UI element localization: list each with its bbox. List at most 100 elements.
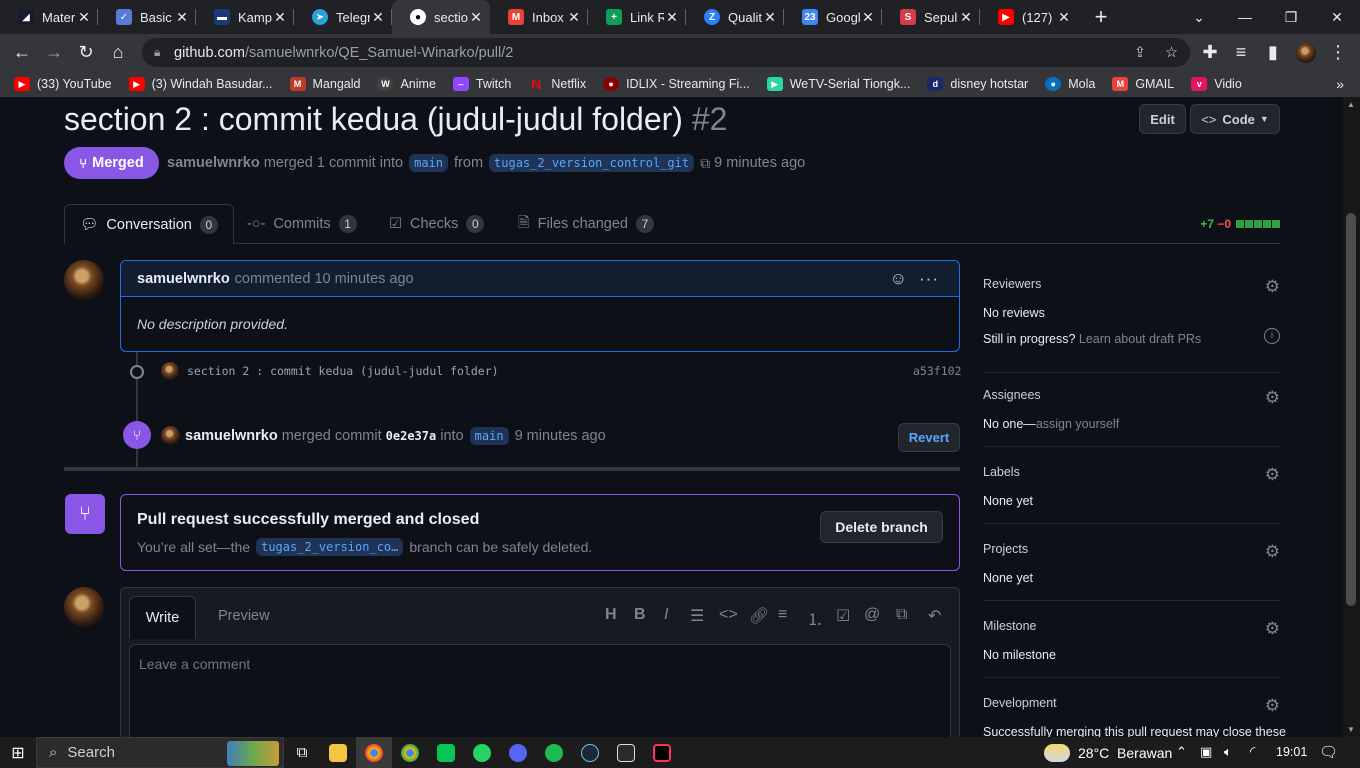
scroll-up-arrow-icon[interactable]: ▲ [1347,100,1355,109]
browser-tab-5[interactable]: M Inbox ✕ [490,0,588,34]
author-avatar[interactable] [64,260,104,300]
steam-icon[interactable] [572,737,608,768]
meta-author-link[interactable]: samuelwnrko [167,155,260,171]
side-panel-icon[interactable]: ▮ [1257,37,1289,69]
media-controls-icon[interactable]: ≡ [1225,37,1257,69]
more-bookmarks-chevron-icon[interactable]: » [1336,76,1344,92]
current-user-avatar[interactable] [64,587,104,627]
menu-kebab-icon[interactable]: ⋮ [1322,37,1354,69]
windows-start-icon[interactable]: ⊞ [0,737,36,768]
head-branch-ref[interactable]: tugas_2_version_control_git [489,154,695,172]
tab-files-changed[interactable]: 🗎︎ Files changed 7 [518,204,654,244]
bookmark-item-2[interactable]: M Mangald [289,77,360,91]
meet-now-icon[interactable]: ▣ [1200,744,1212,760]
bookmark-item-9[interactable]: ● Mola [1045,77,1095,91]
browser-tab-2[interactable]: ▬ Kampu✕ [196,0,294,34]
tray-chevron-up-icon[interactable]: ⌃ [1176,744,1187,760]
close-icon[interactable]: ✕ [468,9,484,26]
home-icon[interactable]: ⌂ [102,37,134,69]
reload-icon[interactable]: ↻ [70,37,102,69]
close-icon[interactable]: ✕ [76,9,92,26]
lock-icon[interactable]: 🔒︎ [154,45,160,60]
back-arrow-icon[interactable]: ← [6,37,38,69]
commit-author-avatar[interactable] [161,362,179,380]
close-icon[interactable]: ✕ [958,9,974,26]
epic-games-icon[interactable] [608,737,644,768]
tab-search-chevron-icon[interactable]: ⌄ [1176,0,1222,34]
merged-branch-ref[interactable]: tugas_2_version_co… [256,538,404,556]
bookmark-item-5[interactable]: N Netflix [528,76,586,92]
browser-tab-9[interactable]: S Sepuls✕ [882,0,980,34]
task-view-icon[interactable]: ⧉ [284,737,320,768]
notification-center-icon[interactable]: 🗨︎ [1319,743,1338,761]
gear-icon[interactable]: ⚙ [1265,388,1280,408]
reviewers-title[interactable]: Reviewers [983,277,1280,291]
tab-preview[interactable]: Preview [218,608,270,624]
browser-tab-1[interactable]: ✓ Basic C✕ [98,0,196,34]
whatsapp-icon[interactable] [464,737,500,768]
bookmark-item-7[interactable]: ▶ WeTV-Serial Tiongk... [766,77,910,91]
tab-checks[interactable]: ☑ Checks 0 [389,204,485,244]
ordered-list-icon[interactable]: ⒈ [807,606,823,630]
clock[interactable]: 19:01 [1276,745,1307,759]
minimize-icon[interactable]: — [1222,0,1268,34]
gear-icon[interactable]: ⚙ [1265,277,1280,297]
cross-reference-icon[interactable]: ⧉ [896,606,907,624]
address-bar[interactable]: 🔒︎ github.com/samuelwnrko/QE_Samuel-Wina… [142,38,1190,67]
info-icon[interactable]: i [1264,328,1280,344]
bookmark-item-6[interactable]: ● IDLIX - Streaming Fi... [603,77,750,91]
spotify-icon[interactable] [536,737,572,768]
code-icon[interactable]: <> [719,606,738,624]
merge-branch-ref[interactable]: main [469,427,509,445]
close-icon[interactable]: ✕ [1056,9,1072,26]
revert-button[interactable]: Revert [898,423,960,452]
close-icon[interactable]: ✕ [566,9,582,26]
projects-title[interactable]: Projects [983,542,1280,556]
gear-icon[interactable]: ⚙ [1265,542,1280,562]
file-explorer-icon[interactable] [320,737,356,768]
copy-icon[interactable]: ⧉ [700,155,710,172]
unordered-list-icon[interactable]: ≡ [778,606,787,624]
taskbar-search[interactable]: ⌕ Search [36,737,284,768]
bookmark-item-8[interactable]: d disney hotstar [927,77,1028,91]
close-icon[interactable]: ✕ [860,9,876,26]
merge-sha-link[interactable]: 0e2e37a [386,429,437,443]
tab-commits[interactable]: -○- Commits 1 [247,204,357,244]
browser-tab-7[interactable]: Z Qualit ✕ [686,0,784,34]
close-window-icon[interactable]: ✕ [1314,0,1360,34]
close-icon[interactable]: ✕ [664,9,680,26]
tab-conversation[interactable]: 💬︎ Conversation 0 [64,204,234,245]
labels-title[interactable]: Labels [983,465,1280,479]
close-icon[interactable]: ✕ [370,9,386,26]
scrollbar-thumb[interactable] [1346,213,1356,606]
draft-link[interactable]: Learn about draft PRs [1079,332,1201,346]
comment-author-link[interactable]: samuelwnrko [137,271,230,287]
weather-widget[interactable]: 28°C Berawan [1044,737,1172,768]
browser-tab-8[interactable]: 23 Googl ✕ [784,0,882,34]
base-branch-ref[interactable]: main [409,154,449,172]
heading-icon[interactable]: H [605,606,617,624]
quote-icon[interactable]: ☰ [690,606,704,626]
intellij-icon[interactable] [644,737,680,768]
discord-icon[interactable] [500,737,536,768]
share-icon[interactable]: ⇪ [1134,45,1146,61]
code-button[interactable]: <> Code ▼ [1190,104,1280,134]
comment-textarea[interactable]: Leave a comment [129,644,951,737]
development-title[interactable]: Development [983,696,1280,710]
chrome-icon[interactable] [392,737,428,768]
browser-tab-10[interactable]: ▶ (127) C✕ [980,0,1078,34]
edit-button[interactable]: Edit [1139,104,1186,134]
bookmark-item-1[interactable]: ▶ (3) Windah Basudar... [128,77,273,91]
bookmark-item-3[interactable]: W Anime [377,77,436,91]
chrome-active-icon[interactable] [356,737,392,768]
reply-icon[interactable]: ↶ [928,606,941,626]
delete-branch-button[interactable]: Delete branch [820,511,943,543]
browser-tab-3[interactable]: ➤ Telegr ✕ [294,0,392,34]
merger-avatar[interactable] [161,426,180,445]
commit-sha-link[interactable]: a53f102 [913,364,961,378]
new-tab-plus-icon[interactable]: + [1086,4,1116,30]
more-options-icon[interactable]: ··· [919,269,939,289]
gear-icon[interactable]: ⚙ [1265,619,1280,639]
link-icon[interactable]: 🔗︎ [749,606,769,626]
scroll-down-arrow-icon[interactable]: ▼ [1347,725,1355,734]
